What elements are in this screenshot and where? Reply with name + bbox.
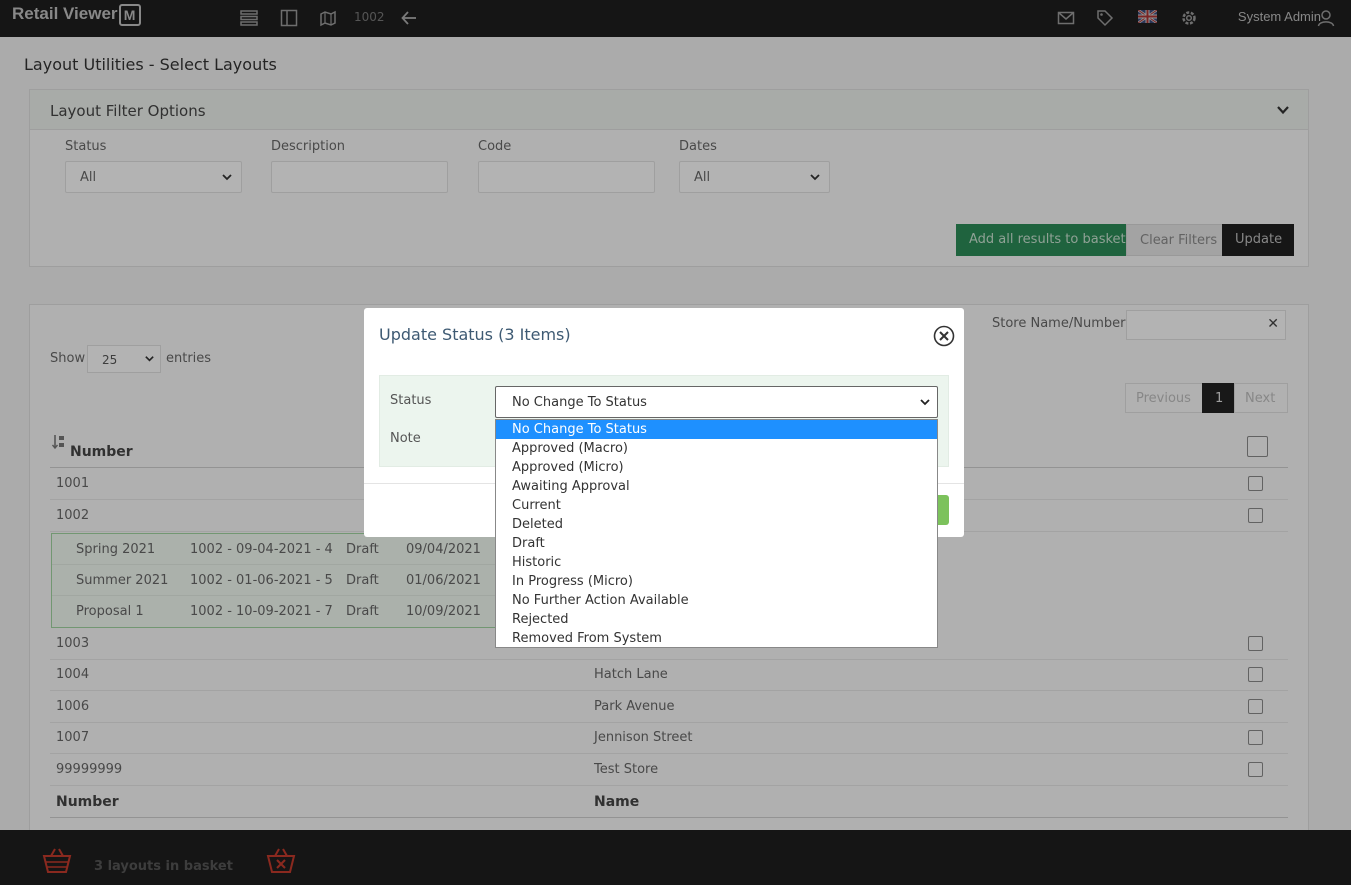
status-option[interactable]: Deleted [496, 515, 937, 534]
modal-title: Update Status (3 Items) [379, 325, 571, 344]
status-option[interactable]: Approved (Macro) [496, 439, 937, 458]
status-option[interactable]: In Progress (Micro) [496, 572, 937, 591]
status-select-value: No Change To Status [512, 395, 647, 410]
status-option[interactable]: Rejected [496, 610, 937, 629]
status-option[interactable]: Approved (Micro) [496, 458, 937, 477]
status-options-list: No Change To Status Approved (Macro) App… [495, 419, 938, 648]
status-option[interactable]: Historic [496, 553, 937, 572]
modal-status-label: Status [390, 393, 432, 408]
status-select[interactable]: No Change To Status [495, 386, 938, 418]
status-option[interactable]: Removed From System [496, 629, 937, 648]
status-option[interactable]: Awaiting Approval [496, 477, 937, 496]
close-circle-icon[interactable] [933, 325, 955, 347]
status-option[interactable]: No Further Action Available [496, 591, 937, 610]
status-option[interactable]: Current [496, 496, 937, 515]
status-option[interactable]: No Change To Status [496, 420, 937, 439]
chevron-down-icon [919, 396, 931, 412]
modal-note-label: Note [390, 431, 421, 446]
status-option[interactable]: Draft [496, 534, 937, 553]
